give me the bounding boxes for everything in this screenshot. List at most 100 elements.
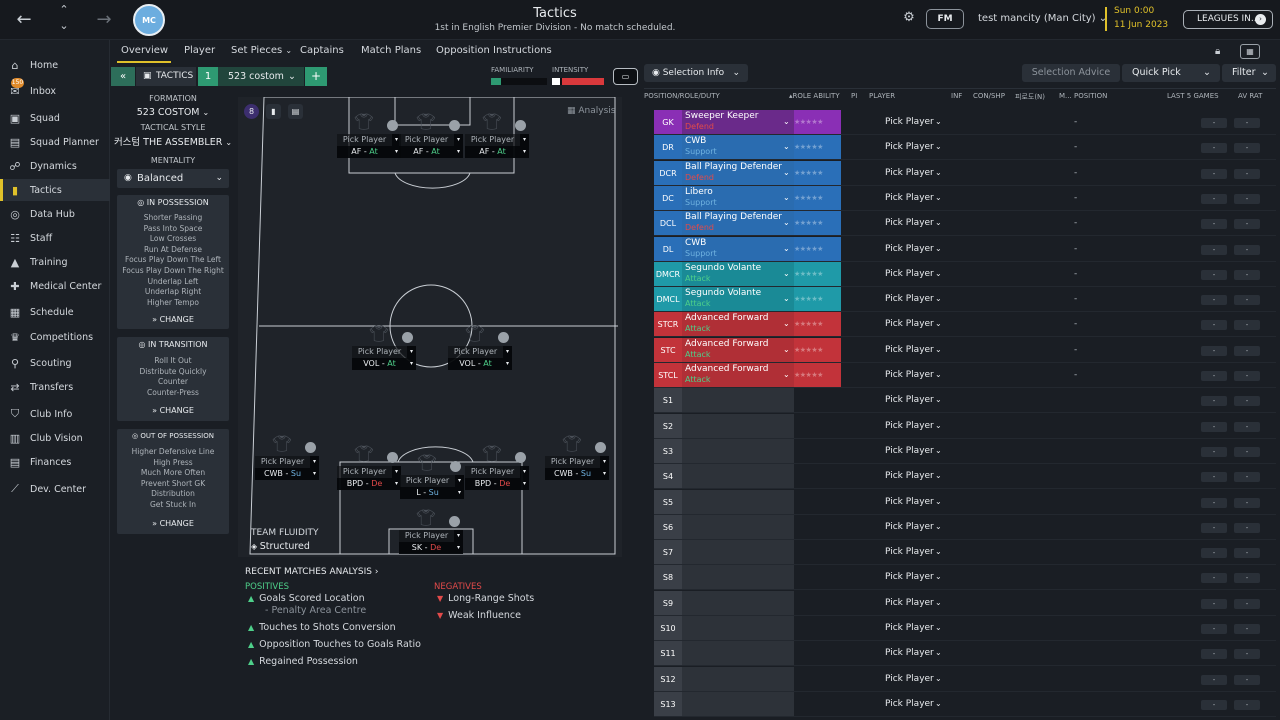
- tactical-style-select[interactable]: 커스텀 THE ASSEMBLER ⌄: [113, 134, 233, 148]
- tab-overview[interactable]: Overview: [121, 45, 168, 56]
- settings-icon[interactable]: ⚙: [901, 10, 917, 26]
- sidebar-item-data-hub[interactable]: ◎ Data Hub: [0, 203, 110, 225]
- chevron-down-icon[interactable]: ⌄: [935, 218, 942, 227]
- back-arrow-icon[interactable]: ←: [12, 6, 36, 32]
- role-dropdown-icon[interactable]: ▾ ▾: [310, 456, 319, 480]
- table-row[interactable]: S1 Pick Player ⌄ - -: [654, 388, 1276, 414]
- column-header-pi[interactable]: PI: [851, 92, 857, 100]
- chevron-down-icon[interactable]: ⌄: [935, 370, 942, 379]
- recent-matches-analysis-link[interactable]: RECENT MATCHES ANALYSIS ›: [245, 567, 378, 577]
- sidebar-item-tactics[interactable]: ▮ Tactics: [0, 179, 110, 201]
- chevron-down-icon[interactable]: ⌄: [935, 421, 942, 430]
- table-row[interactable]: DC Libero Support ⌄ ★★★★★ Pick Player ⌄ - - -: [654, 185, 1276, 211]
- pitch-player-slot[interactable]: 👕︎ Pick Player VOL - At ▾ ▾: [448, 324, 528, 372]
- column-header-fatigue[interactable]: 피로도(N): [1015, 92, 1045, 102]
- role-cell[interactable]: Ball Playing Defender Defend ⌄: [682, 160, 794, 186]
- pick-player-select[interactable]: Pick Player: [885, 168, 934, 178]
- pick-player-select[interactable]: Pick Player: [885, 117, 934, 127]
- sidebar-item-transfers[interactable]: ⇄ Transfers: [0, 376, 110, 398]
- role-cell[interactable]: CWB Support ⌄: [682, 135, 794, 161]
- chevron-down-icon[interactable]: ⌄: [935, 345, 942, 354]
- pick-player-select[interactable]: Pick Player: [885, 572, 934, 582]
- table-row[interactable]: S12 Pick Player ⌄ - -: [654, 666, 1276, 692]
- table-row[interactable]: S2 Pick Player ⌄ - -: [654, 413, 1276, 439]
- chevron-up-icon[interactable]: ⌃: [52, 2, 76, 16]
- pick-player-select[interactable]: Pick Player: [885, 421, 934, 431]
- table-row[interactable]: DCL Ball Playing Defender Defend ⌄ ★★★★★ Pick…: [654, 211, 1276, 237]
- role-dropdown-icon[interactable]: ▾ ▾: [454, 134, 463, 158]
- role-dropdown-icon[interactable]: ▾ ▾: [455, 475, 464, 499]
- table-row[interactable]: DL CWB Support ⌄ ★★★★★ Pick Player ⌄ - - -: [654, 236, 1276, 262]
- chevron-down-icon[interactable]: ⌄: [935, 572, 942, 581]
- table-row[interactable]: S10 Pick Player ⌄ - -: [654, 616, 1276, 641]
- in-transition-change-button[interactable]: » CHANGE: [117, 406, 229, 415]
- pick-player-select[interactable]: Pick Player: [885, 522, 934, 532]
- table-row[interactable]: GK Sweeper Keeper Defend ⌄ ★★★★★ Pick Player ⌄…: [654, 110, 1276, 135]
- chevron-down-icon[interactable]: ⌄: [935, 446, 942, 455]
- pitch-view-icon[interactable]: 8: [244, 104, 259, 119]
- role-dropdown-icon[interactable]: ▾ ▾: [503, 346, 512, 370]
- chevron-down-icon[interactable]: ⌄: [783, 345, 790, 354]
- pick-player-select[interactable]: Pick Player: [885, 345, 934, 355]
- chevron-down-icon[interactable]: ⌄: [52, 18, 76, 32]
- chevron-down-icon[interactable]: ⌄: [935, 319, 942, 328]
- pick-player-select[interactable]: Pick Player: [885, 218, 934, 228]
- column-header-m[interactable]: M...: [1059, 92, 1072, 100]
- sidebar-item-dynamics[interactable]: ☍ Dynamics: [0, 155, 110, 177]
- column-header-player[interactable]: PLAYER: [869, 92, 895, 100]
- sidebar-item-competitions[interactable]: ♛ Competitions: [0, 326, 110, 348]
- role-cell[interactable]: Sweeper Keeper Defend ⌄: [682, 110, 794, 135]
- role-dropdown-icon[interactable]: ▾ ▾: [520, 134, 529, 158]
- tab-set-pieces[interactable]: Set Pieces ⌄: [231, 45, 292, 56]
- tab-opposition-instructions[interactable]: Opposition Instructions: [436, 45, 552, 56]
- role-dropdown-icon[interactable]: ▾ ▾: [600, 456, 609, 480]
- sidebar-item-finances[interactable]: ▤ Finances: [0, 451, 110, 473]
- instructions-icon[interactable]: ▤: [288, 104, 303, 119]
- report-icon[interactable]: ▦: [1240, 44, 1260, 59]
- sidebar-item-schedule[interactable]: ▦ Schedule: [0, 301, 110, 323]
- chevron-down-icon[interactable]: ⌄: [783, 319, 790, 328]
- pick-player-select[interactable]: Pick Player: [885, 547, 934, 557]
- collapse-panel-button[interactable]: «: [111, 67, 135, 86]
- chevron-down-icon[interactable]: ⌄: [783, 117, 790, 126]
- leagues-button[interactable]: LEAGUES IN... ›: [1183, 10, 1273, 29]
- chevron-down-icon[interactable]: ⌄: [783, 370, 790, 379]
- column-header-last-5-games[interactable]: LAST 5 GAMES: [1167, 92, 1219, 100]
- chevron-down-icon[interactable]: ⌄: [935, 699, 942, 708]
- pick-player-select[interactable]: Pick Player: [885, 648, 934, 658]
- pitch-player-slot[interactable]: 👕︎ Pick Player AF - At ▾ ▾: [465, 112, 545, 160]
- role-cell[interactable]: Advanced Forward Attack ⌄: [682, 363, 794, 388]
- table-row[interactable]: S5 Pick Player ⌄ - -: [654, 489, 1276, 515]
- chevron-down-icon[interactable]: ⌄: [783, 294, 790, 303]
- manager-select[interactable]: test mancity (Man City) ⌄: [978, 13, 1107, 24]
- chevron-down-icon[interactable]: ⌄: [935, 674, 942, 683]
- tactic-select[interactable]: 523 costom ⌄: [218, 67, 304, 86]
- tactic-slot-number[interactable]: 1: [198, 67, 218, 86]
- column-header-position[interactable]: POSITION: [1074, 92, 1107, 100]
- role-cell[interactable]: Segundo Volante Attack ⌄: [682, 261, 794, 287]
- chevron-down-icon[interactable]: ⌄: [935, 497, 942, 506]
- role-cell[interactable]: Advanced Forward Attack ⌄: [682, 312, 794, 338]
- chevron-down-icon[interactable]: ⌄: [935, 294, 942, 303]
- table-row[interactable]: DR CWB Support ⌄ ★★★★★ Pick Player ⌄ - - -: [654, 135, 1276, 161]
- table-row[interactable]: S4 Pick Player ⌄ - -: [654, 464, 1276, 490]
- pick-player-select[interactable]: Pick Player: [885, 269, 934, 279]
- mentality-select[interactable]: ◉ Balanced ⌄: [117, 169, 229, 188]
- chevron-down-icon[interactable]: ⌄: [935, 395, 942, 404]
- column-header-av-rat[interactable]: AV RAT: [1238, 92, 1262, 100]
- chevron-down-icon[interactable]: ⌄: [935, 269, 942, 278]
- pick-player-select[interactable]: Pick Player: [885, 319, 934, 329]
- table-row[interactable]: S3 Pick Player ⌄ - -: [654, 438, 1276, 464]
- chevron-down-icon[interactable]: ⌄: [783, 168, 790, 177]
- pick-player-select[interactable]: Pick Player: [885, 244, 934, 254]
- table-row[interactable]: STC Advanced Forward Attack ⌄ ★★★★★ Pick Play…: [654, 337, 1276, 363]
- chevron-down-icon[interactable]: ⌄: [935, 471, 942, 480]
- quick-pick-button[interactable]: Quick Pick ⌄: [1122, 64, 1220, 82]
- pick-player-select[interactable]: Pick Player: [885, 294, 934, 304]
- table-row[interactable]: DCR Ball Playing Defender Defend ⌄ ★★★★★ Pick…: [654, 160, 1276, 186]
- pick-player-select[interactable]: Pick Player: [885, 598, 934, 608]
- chevron-down-icon[interactable]: ⌄: [783, 269, 790, 278]
- sidebar-item-training[interactable]: ▲ Training: [0, 251, 110, 273]
- pick-player-select[interactable]: Pick Player: [885, 623, 934, 633]
- club-crest-icon[interactable]: MC: [133, 4, 165, 36]
